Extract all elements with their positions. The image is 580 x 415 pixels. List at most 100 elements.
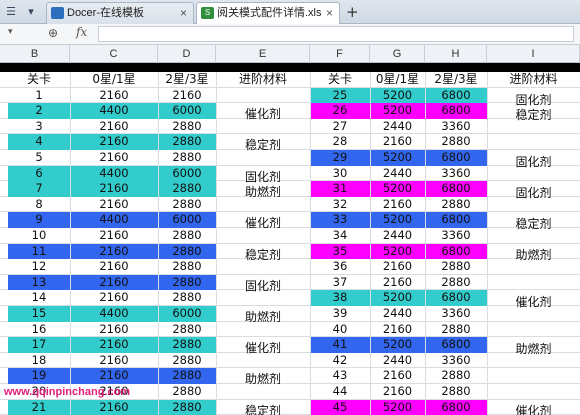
header-level[interactable]: 关卡: [8, 72, 70, 88]
material-cell[interactable]: 催化剂: [487, 402, 580, 415]
value-cell[interactable]: 2880: [158, 150, 216, 166]
value-cell[interactable]: 6800: [425, 150, 487, 166]
header-stars-0-1[interactable]: 0星/1星: [70, 72, 158, 88]
value-cell[interactable]: 4400: [70, 212, 158, 228]
value-cell[interactable]: 2160: [70, 368, 158, 384]
value-cell[interactable]: 6800: [425, 337, 487, 353]
tab-spreadsheet[interactable]: S 阅关模式配件详情.xls ×: [196, 2, 340, 24]
material-cell[interactable]: 固化剂: [487, 153, 580, 170]
spreadsheet-grid[interactable]: 关卡 0星/1星 2星/3星 进阶材料 关卡 0星/1星 2星/3星 进阶材料 …: [0, 72, 580, 415]
value-cell[interactable]: 2160: [370, 197, 425, 213]
level-cell[interactable]: 21: [8, 399, 70, 415]
value-cell[interactable]: 2160: [70, 322, 158, 338]
value-cell[interactable]: 2160: [370, 368, 425, 384]
value-cell[interactable]: 3360: [425, 119, 487, 135]
level-cell[interactable]: 13: [8, 274, 70, 291]
value-cell[interactable]: 2160: [158, 88, 216, 104]
level-cell[interactable]: 11: [8, 243, 70, 260]
value-cell[interactable]: 2880: [425, 134, 487, 150]
material-cell[interactable]: 催化剂: [216, 214, 310, 231]
value-cell[interactable]: 2880: [425, 384, 487, 400]
column-header-c[interactable]: C: [70, 45, 158, 63]
value-cell[interactable]: 6800: [425, 181, 487, 197]
value-cell[interactable]: 6800: [425, 290, 487, 306]
value-cell[interactable]: 3360: [425, 228, 487, 244]
level-cell[interactable]: 16: [8, 322, 70, 338]
level-cell[interactable]: 41: [310, 337, 370, 353]
level-cell[interactable]: 26: [310, 103, 370, 119]
value-cell[interactable]: 2880: [158, 259, 216, 275]
value-cell[interactable]: 2440: [370, 166, 425, 182]
header-stars-2-3[interactable]: 2星/3星: [158, 72, 216, 88]
level-cell[interactable]: 30: [310, 166, 370, 182]
material-cell[interactable]: 催化剂: [216, 105, 310, 122]
value-cell[interactable]: 2880: [158, 228, 216, 244]
level-cell[interactable]: 19: [8, 368, 70, 384]
chevron-down-icon[interactable]: ▾: [22, 4, 40, 20]
value-cell[interactable]: 2160: [370, 259, 425, 275]
value-cell[interactable]: 2880: [158, 243, 216, 260]
value-cell[interactable]: 2880: [158, 119, 216, 135]
value-cell[interactable]: 2440: [370, 306, 425, 322]
value-cell[interactable]: 2160: [370, 275, 425, 291]
material-cell[interactable]: 助燃剂: [216, 183, 310, 200]
value-cell[interactable]: 2880: [158, 290, 216, 306]
value-cell[interactable]: 2160: [70, 197, 158, 213]
level-cell[interactable]: 29: [310, 150, 370, 166]
zoom-icon[interactable]: ⊕: [48, 26, 58, 40]
column-header-i[interactable]: I: [487, 45, 580, 63]
level-cell[interactable]: 35: [310, 243, 370, 260]
level-cell[interactable]: 18: [8, 353, 70, 369]
material-cell[interactable]: 稳定剂: [216, 402, 310, 415]
value-cell[interactable]: 2880: [158, 197, 216, 213]
value-cell[interactable]: 5200: [370, 290, 425, 306]
value-cell[interactable]: 2880: [158, 384, 216, 400]
column-header-b[interactable]: B: [0, 45, 70, 63]
level-cell[interactable]: 45: [310, 399, 370, 415]
material-cell[interactable]: 助燃剂: [487, 246, 580, 263]
value-cell[interactable]: 4400: [70, 103, 158, 119]
material-cell[interactable]: 助燃剂: [216, 370, 310, 387]
level-cell[interactable]: 4: [8, 134, 70, 150]
level-cell[interactable]: 7: [8, 181, 70, 197]
level-cell[interactable]: 5: [8, 150, 70, 166]
value-cell[interactable]: 2160: [70, 181, 158, 197]
value-cell[interactable]: 6000: [158, 306, 216, 322]
column-header-h[interactable]: H: [425, 45, 487, 63]
value-cell[interactable]: 5200: [370, 399, 425, 415]
name-box-dropdown-icon[interactable]: ▾: [8, 27, 13, 37]
level-cell[interactable]: 40: [310, 322, 370, 338]
level-cell[interactable]: 36: [310, 259, 370, 275]
value-cell[interactable]: 2880: [425, 368, 487, 384]
value-cell[interactable]: 3360: [425, 353, 487, 369]
level-cell[interactable]: 12: [8, 259, 70, 275]
value-cell[interactable]: 6800: [425, 243, 487, 260]
level-cell[interactable]: 34: [310, 228, 370, 244]
header-level[interactable]: 关卡: [310, 72, 370, 88]
value-cell[interactable]: 2160: [70, 259, 158, 275]
level-cell[interactable]: 25: [310, 87, 370, 104]
value-cell[interactable]: 6800: [425, 212, 487, 228]
level-cell[interactable]: 38: [310, 290, 370, 306]
value-cell[interactable]: 2160: [70, 88, 158, 104]
value-cell[interactable]: 2160: [370, 322, 425, 338]
level-cell[interactable]: 6: [8, 165, 70, 182]
app-menu-icon[interactable]: ☰: [2, 4, 20, 20]
new-tab-button[interactable]: +: [346, 3, 359, 21]
value-cell[interactable]: 2160: [370, 134, 425, 150]
material-cell[interactable]: 稳定剂: [216, 136, 310, 153]
value-cell[interactable]: 6000: [158, 165, 216, 182]
level-cell[interactable]: 43: [310, 368, 370, 384]
column-header-g[interactable]: G: [370, 45, 425, 63]
value-cell[interactable]: 5200: [370, 337, 425, 353]
value-cell[interactable]: 2160: [70, 274, 158, 291]
value-cell[interactable]: 5200: [370, 243, 425, 260]
value-cell[interactable]: 2880: [425, 259, 487, 275]
close-icon[interactable]: ×: [180, 3, 187, 23]
material-cell[interactable]: 助燃剂: [487, 340, 580, 357]
value-cell[interactable]: 4400: [70, 306, 158, 322]
header-material[interactable]: 进阶材料: [216, 72, 310, 88]
value-cell[interactable]: 3360: [425, 306, 487, 322]
material-cell[interactable]: 固化剂: [216, 277, 310, 294]
formula-input[interactable]: [98, 26, 574, 42]
